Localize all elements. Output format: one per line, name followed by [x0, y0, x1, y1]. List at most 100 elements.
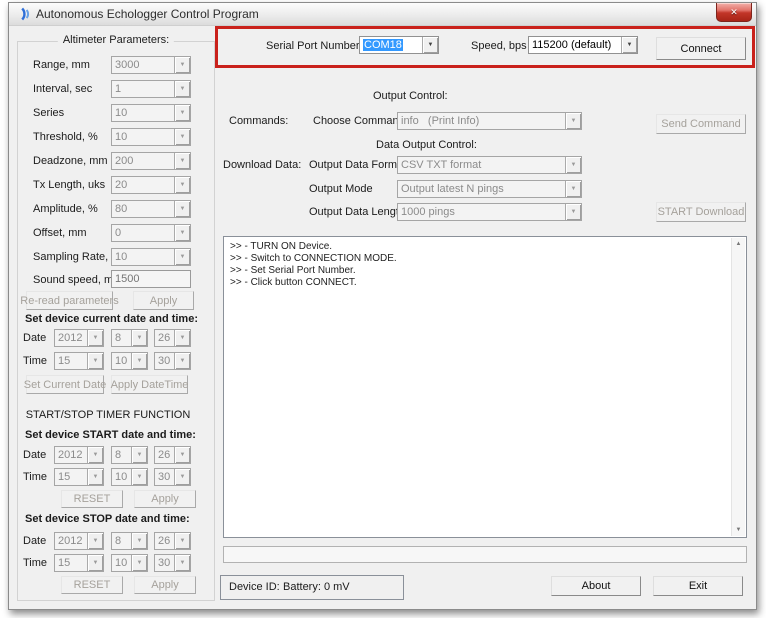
chevron-down-icon[interactable]: ▼	[131, 555, 147, 571]
set-current-date-button[interactable]: Set Current Date	[26, 375, 104, 394]
console-scrollbar[interactable]: ▲ ▼	[731, 238, 745, 536]
range-combobox[interactable]: 3000▼	[111, 56, 191, 74]
current-minute-combobox[interactable]: 10▼	[111, 352, 148, 370]
stop-minute-combobox[interactable]: 10▼	[111, 554, 148, 572]
chevron-down-icon[interactable]: ▼	[621, 37, 637, 53]
chevron-down-icon[interactable]: ▼	[174, 353, 190, 369]
connect-button[interactable]: Connect	[656, 37, 746, 60]
chevron-down-icon[interactable]: ▼	[565, 113, 581, 129]
current-month-combobox[interactable]: 8▼	[111, 329, 148, 347]
output-data-length-combobox[interactable]: 1000 pings▼	[397, 203, 582, 221]
reread-parameters-button[interactable]: Re-read parameters	[26, 291, 113, 310]
start-reset-button[interactable]: RESET	[61, 490, 123, 508]
output-mode-combobox[interactable]: Output latest N pings▼	[397, 180, 582, 198]
amplitude-combobox[interactable]: 80▼	[111, 200, 191, 218]
date-label: Date	[23, 535, 46, 547]
chevron-down-icon[interactable]: ▼	[87, 447, 103, 463]
param-label-offset: Offset, mm	[33, 227, 87, 239]
start-second-combobox[interactable]: 30▼	[154, 468, 191, 486]
sampling-rate-combobox[interactable]: 10▼	[111, 248, 191, 266]
tx-length-combobox[interactable]: 20▼	[111, 176, 191, 194]
stop-second-combobox[interactable]: 30▼	[154, 554, 191, 572]
apply-datetime-button[interactable]: Apply DateTime	[111, 375, 188, 394]
chevron-down-icon[interactable]: ▼	[131, 533, 147, 549]
chevron-down-icon[interactable]: ▼	[174, 153, 190, 169]
chevron-down-icon[interactable]: ▼	[87, 330, 103, 346]
speed-combobox[interactable]: 115200 (default)▼	[528, 36, 638, 54]
chevron-down-icon[interactable]: ▼	[174, 201, 190, 217]
combo-value: 15	[55, 555, 87, 571]
deadzone-combobox[interactable]: 200▼	[111, 152, 191, 170]
param-label-series: Series	[33, 107, 64, 119]
current-day-combobox[interactable]: 26▼	[154, 329, 191, 347]
chevron-down-icon[interactable]: ▼	[87, 533, 103, 549]
chevron-down-icon[interactable]: ▼	[174, 330, 190, 346]
chevron-down-icon[interactable]: ▼	[174, 555, 190, 571]
stop-month-combobox[interactable]: 8▼	[111, 532, 148, 550]
titlebar[interactable]: Autonomous Echologger Control Program ✕	[9, 3, 756, 26]
combo-value: 30	[155, 353, 174, 369]
current-year-combobox[interactable]: 2012▼	[54, 329, 104, 347]
send-command-button[interactable]: Send Command	[656, 114, 746, 134]
stop-reset-button[interactable]: RESET	[61, 576, 123, 594]
app-window: Autonomous Echologger Control Program ✕ …	[8, 2, 757, 610]
combo-value: COM18	[360, 37, 422, 53]
current-hour-combobox[interactable]: 15▼	[54, 352, 104, 370]
sound-speed-field[interactable]: 1500	[111, 270, 191, 288]
param-label-interval: Interval, sec	[33, 83, 92, 95]
chevron-down-icon[interactable]: ▼	[565, 181, 581, 197]
start-day-combobox[interactable]: 26▼	[154, 446, 191, 464]
start-hour-combobox[interactable]: 15▼	[54, 468, 104, 486]
combo-value: 10	[112, 249, 174, 265]
chevron-down-icon[interactable]: ▼	[174, 469, 190, 485]
interval-combobox[interactable]: 1▼	[111, 80, 191, 98]
param-label-deadzone: Deadzone, mm	[33, 155, 108, 167]
date-label: Date	[23, 449, 46, 461]
offset-combobox[interactable]: 0▼	[111, 224, 191, 242]
chevron-down-icon[interactable]: ▼	[565, 204, 581, 220]
chevron-down-icon[interactable]: ▼	[174, 225, 190, 241]
stop-day-combobox[interactable]: 26▼	[154, 532, 191, 550]
series-combobox[interactable]: 10▼	[111, 104, 191, 122]
chevron-down-icon[interactable]: ▼	[87, 555, 103, 571]
command-combobox[interactable]: info (Print Info)▼	[397, 112, 582, 130]
chevron-down-icon[interactable]: ▼	[174, 533, 190, 549]
chevron-down-icon[interactable]: ▼	[131, 353, 147, 369]
start-download-button[interactable]: START Download	[656, 202, 746, 222]
about-button[interactable]: About	[551, 576, 641, 596]
start-apply-button[interactable]: Apply	[134, 490, 196, 508]
apply-parameters-button[interactable]: Apply	[133, 291, 194, 310]
chevron-down-icon[interactable]: ▼	[131, 469, 147, 485]
start-year-combobox[interactable]: 2012▼	[54, 446, 104, 464]
stop-apply-button[interactable]: Apply	[134, 576, 196, 594]
chevron-down-icon[interactable]: ▼	[174, 447, 190, 463]
chevron-down-icon[interactable]: ▼	[174, 177, 190, 193]
scroll-up-icon[interactable]: ▲	[732, 238, 745, 250]
chevron-down-icon[interactable]: ▼	[174, 249, 190, 265]
serial-port-combobox[interactable]: COM18▼	[359, 36, 439, 54]
chevron-down-icon[interactable]: ▼	[174, 129, 190, 145]
chevron-down-icon[interactable]: ▼	[87, 353, 103, 369]
start-minute-combobox[interactable]: 10▼	[111, 468, 148, 486]
chevron-down-icon[interactable]: ▼	[131, 447, 147, 463]
exit-button[interactable]: Exit	[653, 576, 743, 596]
chevron-down-icon[interactable]: ▼	[174, 81, 190, 97]
time-label: Time	[23, 355, 47, 367]
start-month-combobox[interactable]: 8▼	[111, 446, 148, 464]
timer-function-header: START/STOP TIMER FUNCTION	[9, 409, 207, 421]
stop-year-combobox[interactable]: 2012▼	[54, 532, 104, 550]
combo-value: 2012	[55, 447, 87, 463]
current-second-combobox[interactable]: 30▼	[154, 352, 191, 370]
scroll-down-icon[interactable]: ▼	[732, 524, 745, 536]
output-data-format-combobox[interactable]: CSV TXT format▼	[397, 156, 582, 174]
chevron-down-icon[interactable]: ▼	[174, 57, 190, 73]
chevron-down-icon[interactable]: ▼	[565, 157, 581, 173]
close-button[interactable]: ✕	[716, 3, 752, 22]
chevron-down-icon[interactable]: ▼	[422, 37, 438, 53]
chevron-down-icon[interactable]: ▼	[87, 469, 103, 485]
threshold-combobox[interactable]: 10▼	[111, 128, 191, 146]
stop-hour-combobox[interactable]: 15▼	[54, 554, 104, 572]
chevron-down-icon[interactable]: ▼	[174, 105, 190, 121]
chevron-down-icon[interactable]: ▼	[131, 330, 147, 346]
console-log[interactable]: >> - TURN ON Device. >> - Switch to CONN…	[223, 236, 747, 538]
